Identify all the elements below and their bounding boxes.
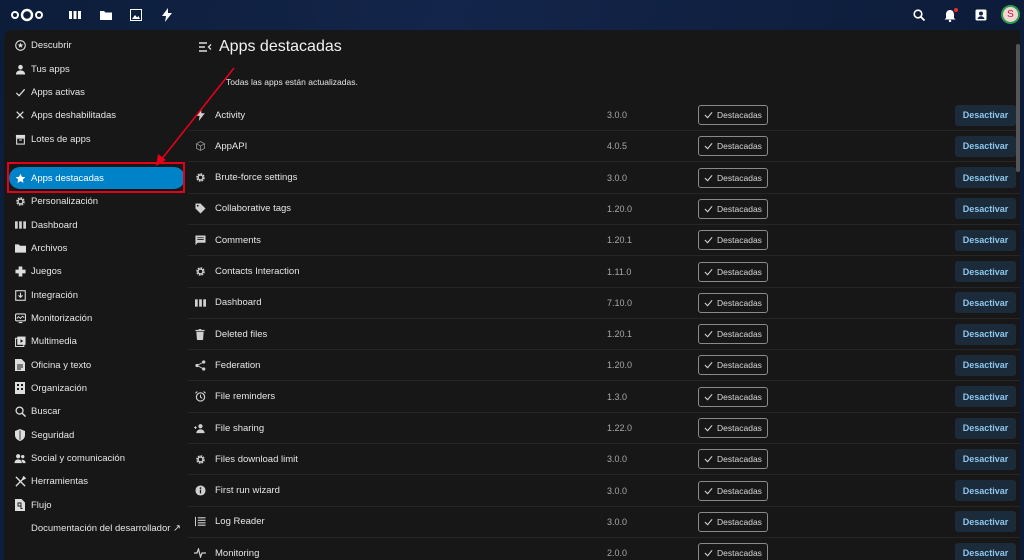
annotation-arrow-icon <box>156 67 235 166</box>
